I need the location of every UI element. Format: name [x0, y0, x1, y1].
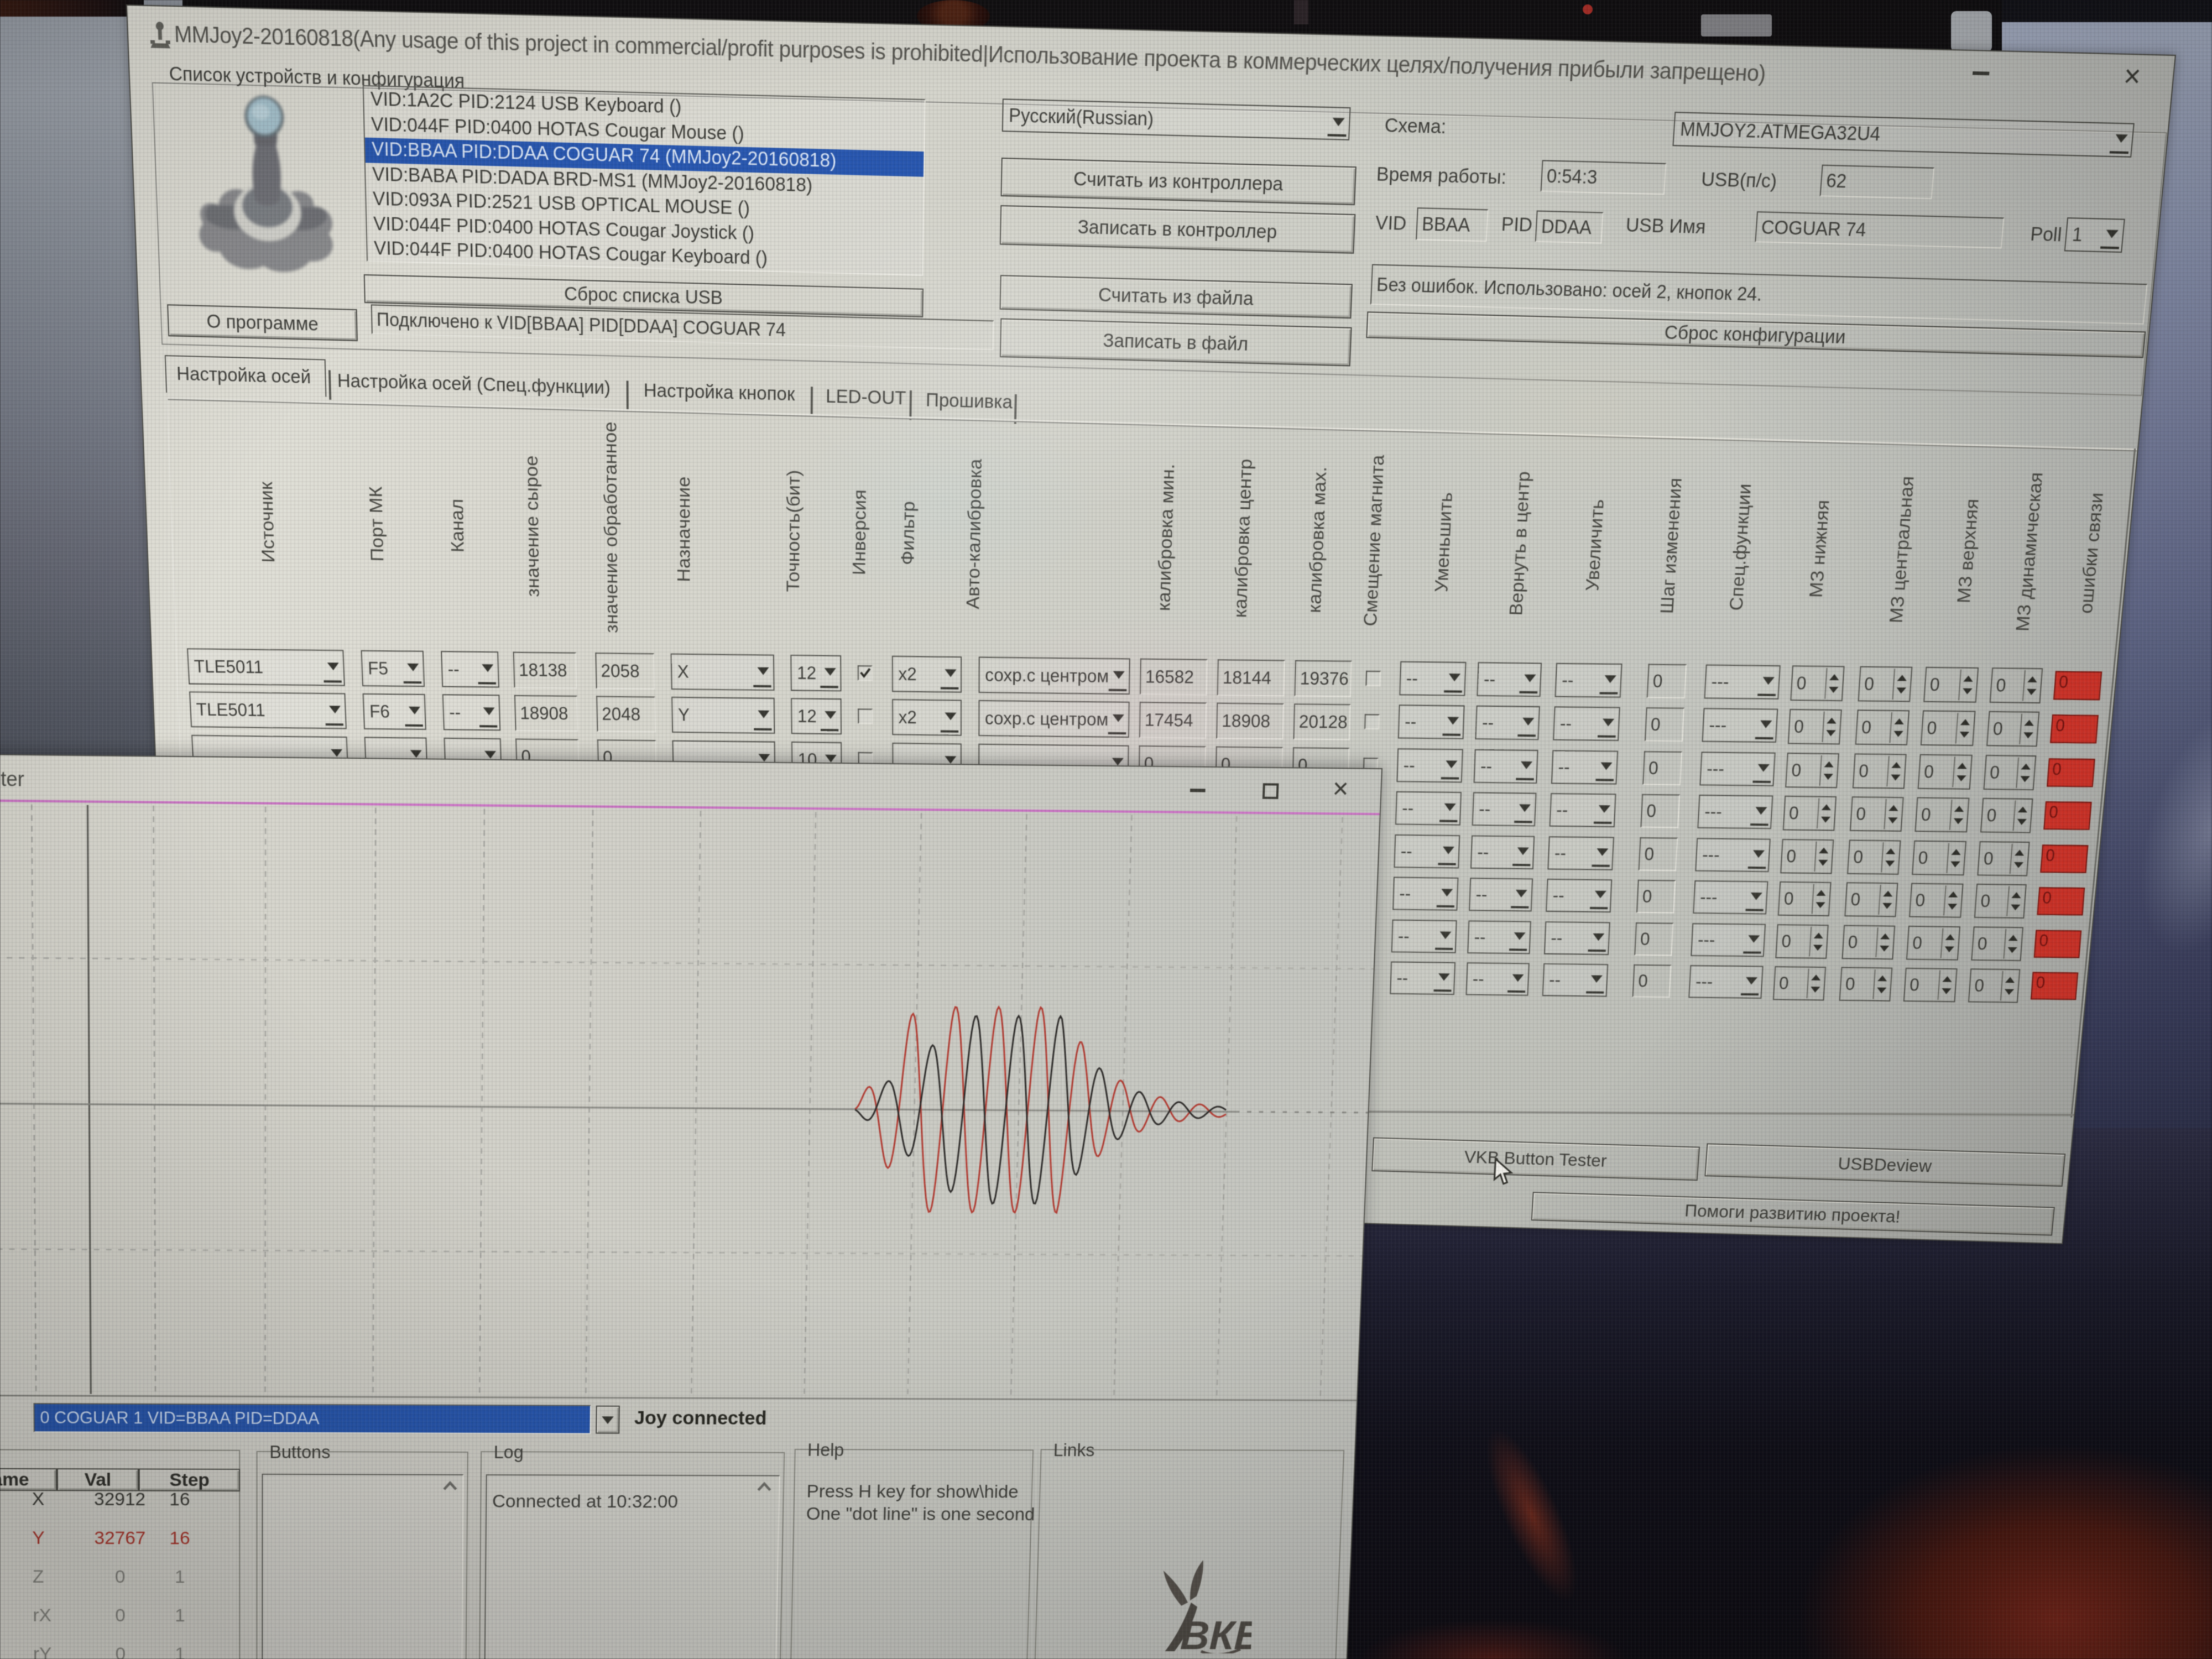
svg-text:ВКБ: ВКБ [1180, 1613, 1254, 1653]
